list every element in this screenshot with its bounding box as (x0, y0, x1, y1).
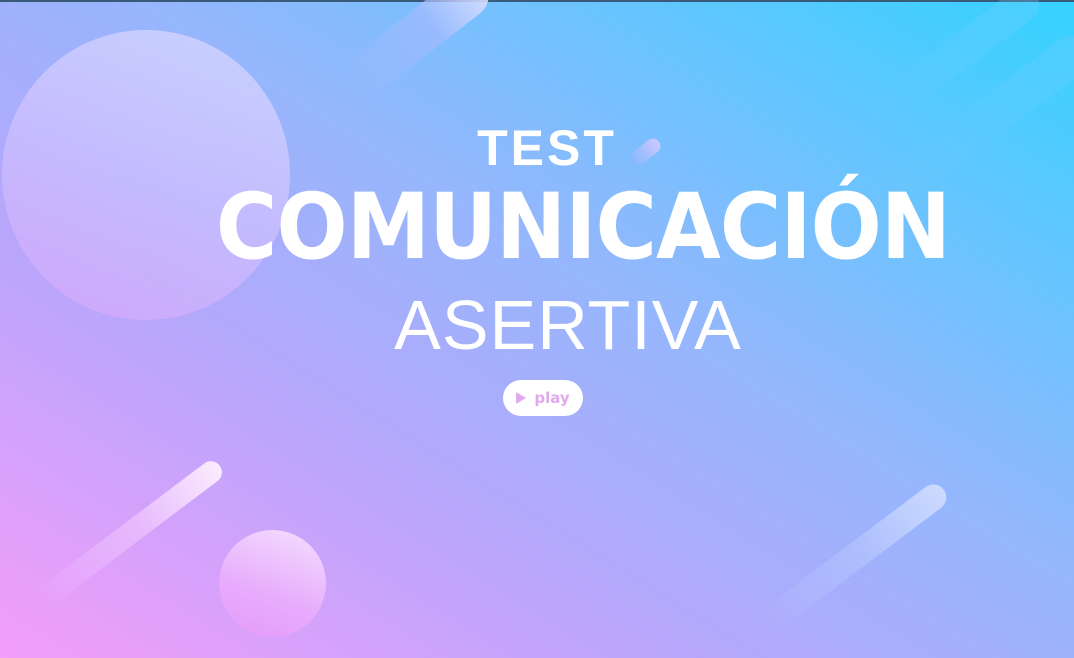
top-border (0, 0, 1074, 2)
decorative-pill-bottom-left (33, 456, 227, 610)
play-icon (516, 392, 527, 404)
play-button[interactable]: play (503, 380, 583, 416)
title-comunicacion: COMUNICACIÓN (215, 175, 951, 280)
decorative-circle-small (219, 530, 326, 637)
play-button-label: play (534, 389, 570, 407)
title-asertiva: ASERTIVA (394, 286, 742, 364)
title-test: TEST (477, 120, 617, 176)
splash-screen: TEST COMUNICACIÓN ASERTIVA play (0, 0, 1074, 658)
decorative-pill-bottom-right (752, 479, 952, 639)
decorative-pill-top (336, 0, 498, 105)
